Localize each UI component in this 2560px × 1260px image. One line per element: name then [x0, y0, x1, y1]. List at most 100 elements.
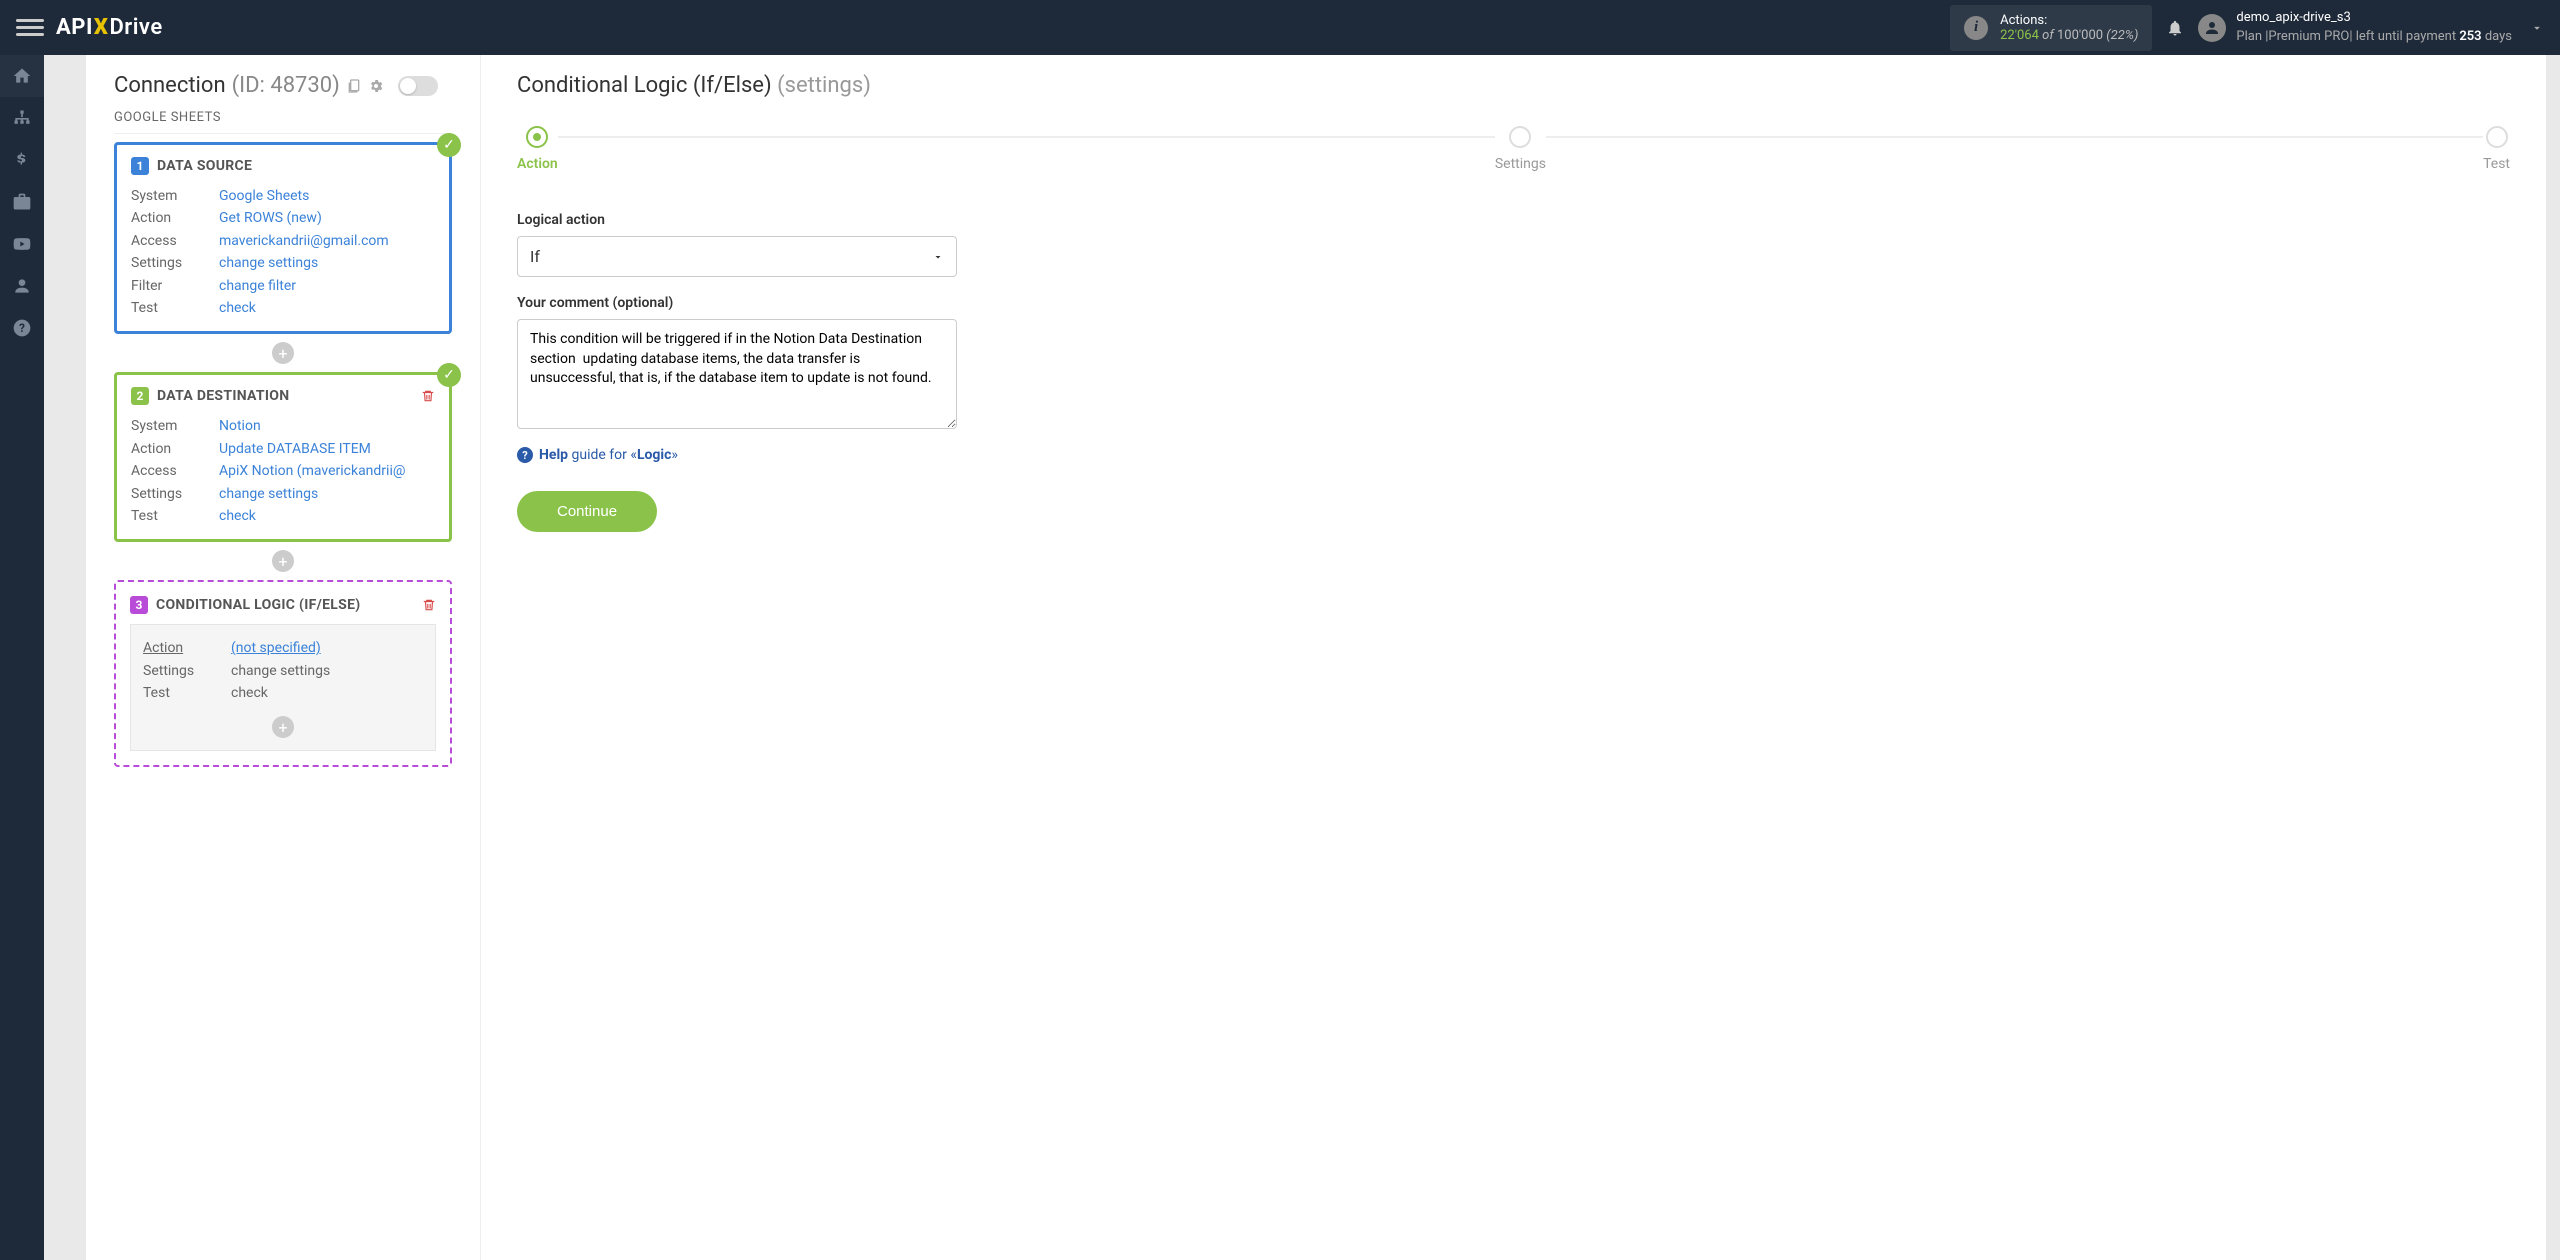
- connection-id: (ID: 48730): [232, 73, 340, 98]
- add-step-button-2[interactable]: +: [272, 550, 294, 572]
- card-row: Settingschange settings: [143, 660, 423, 682]
- row-label: Settings: [131, 252, 219, 274]
- card-row: SystemNotion: [131, 415, 435, 437]
- row-label: Action: [131, 438, 219, 460]
- sidebar-briefcase[interactable]: [0, 181, 44, 223]
- chevron-down-icon[interactable]: [2530, 21, 2544, 35]
- step-test[interactable]: Test: [2483, 126, 2510, 172]
- sidebar: ?: [0, 55, 44, 1260]
- actions-used: 22'064: [2000, 28, 2039, 43]
- bell-icon[interactable]: [2166, 19, 2184, 37]
- logo-x: X: [94, 15, 109, 40]
- sidebar-youtube[interactable]: [0, 223, 44, 265]
- logo-api: API: [56, 15, 93, 40]
- card-title: CONDITIONAL LOGIC (IF/ELSE): [156, 597, 360, 613]
- card-row: Settingschange settings: [131, 252, 435, 274]
- row-value[interactable]: check: [231, 682, 268, 704]
- card-row: Testcheck: [131, 505, 435, 527]
- card-data-source[interactable]: ✓ 1 DATA SOURCE SystemGoogle SheetsActio…: [114, 142, 452, 334]
- actions-of: of: [2042, 28, 2054, 43]
- card-num: 2: [131, 387, 149, 405]
- row-label: Filter: [131, 275, 219, 297]
- trash-icon[interactable]: [421, 389, 435, 403]
- row-value[interactable]: check: [219, 297, 256, 319]
- row-value[interactable]: maverickandrii@gmail.com: [219, 230, 389, 252]
- plan-days: 253: [2459, 29, 2481, 44]
- trash-icon[interactable]: [422, 598, 436, 612]
- sidebar-home[interactable]: [0, 55, 44, 97]
- card-row: AccessApiX Notion (maverickandrii@: [131, 460, 435, 482]
- gutter: [44, 55, 86, 1260]
- card-row: Action(not specified): [143, 637, 423, 659]
- sidebar-user[interactable]: [0, 265, 44, 307]
- row-value[interactable]: Google Sheets: [219, 185, 309, 207]
- plan-prefix: Plan |Premium PRO| left until payment: [2236, 29, 2456, 44]
- card-conditional-logic[interactable]: 3 CONDITIONAL LOGIC (IF/ELSE) Action(not…: [114, 580, 452, 767]
- settings-panel: Conditional Logic (If/Else) (settings) A…: [481, 55, 2560, 1260]
- help-link[interactable]: ? Help guide for «Logic»: [517, 447, 957, 463]
- card-row: Accessmaverickandrii@gmail.com: [131, 230, 435, 252]
- row-label: System: [131, 185, 219, 207]
- row-label: Access: [131, 230, 219, 252]
- row-label: Settings: [143, 660, 231, 682]
- connection-panel: Connection (ID: 48730) GOOGLE SHEETS ✓ 1…: [86, 55, 481, 1260]
- row-value[interactable]: (not specified): [231, 637, 321, 659]
- row-value[interactable]: check: [219, 505, 256, 527]
- actions-pct: (22%): [2106, 28, 2138, 43]
- row-label: Action: [143, 637, 231, 659]
- info-icon: i: [1964, 16, 1988, 40]
- card-row: SystemGoogle Sheets: [131, 185, 435, 207]
- card-title: DATA DESTINATION: [157, 388, 289, 404]
- row-value[interactable]: change filter: [219, 275, 296, 297]
- row-label: Settings: [131, 483, 219, 505]
- add-inner-button[interactable]: +: [272, 716, 294, 738]
- sidebar-help[interactable]: ?: [0, 307, 44, 349]
- card-row: Settingschange settings: [131, 483, 435, 505]
- logical-action-select[interactable]: If: [517, 236, 957, 277]
- chevron-down-icon: [932, 251, 944, 263]
- comment-textarea[interactable]: [517, 319, 957, 429]
- page-subtitle: (settings): [777, 73, 871, 98]
- select-value: If: [530, 247, 540, 266]
- actions-total: 100'000: [2057, 28, 2103, 43]
- row-value[interactable]: Notion: [219, 415, 261, 437]
- card-data-destination[interactable]: ✓ 2 DATA DESTINATION SystemNotionActionU…: [114, 372, 452, 542]
- actions-counter[interactable]: i Actions: 22'064 of 100'000 (22%): [1950, 5, 2152, 51]
- check-icon: ✓: [437, 133, 461, 157]
- continue-button[interactable]: Continue: [517, 491, 657, 532]
- connection-subheader: GOOGLE SHEETS: [114, 110, 452, 134]
- step-settings[interactable]: Settings: [1495, 126, 1546, 172]
- connection-toggle[interactable]: [398, 76, 438, 96]
- row-value[interactable]: Get ROWS (new): [219, 207, 322, 229]
- row-label: Test: [143, 682, 231, 704]
- page-title: Conditional Logic (If/Else): [517, 73, 772, 98]
- check-icon: ✓: [437, 363, 461, 387]
- row-label: Test: [131, 505, 219, 527]
- sidebar-connections[interactable]: [0, 97, 44, 139]
- gear-icon[interactable]: [368, 78, 384, 94]
- row-value[interactable]: ApiX Notion (maverickandrii@: [219, 460, 405, 482]
- row-label: Test: [131, 297, 219, 319]
- logo-drive: Drive: [109, 15, 162, 40]
- logical-action-label: Logical action: [517, 212, 957, 228]
- username: demo_apix-drive_s3: [2236, 9, 2512, 27]
- step-action[interactable]: Action: [517, 126, 558, 172]
- card-row: Testcheck: [131, 297, 435, 319]
- row-label: Access: [131, 460, 219, 482]
- user-menu[interactable]: demo_apix-drive_s3 Plan |Premium PRO| le…: [2198, 9, 2512, 45]
- add-step-button-1[interactable]: +: [272, 342, 294, 364]
- svg-text:?: ?: [19, 321, 25, 335]
- actions-label: Actions:: [2000, 13, 2138, 28]
- row-value[interactable]: change settings: [231, 660, 330, 682]
- logo[interactable]: APIXDrive: [56, 15, 163, 40]
- plan-suffix: days: [2485, 29, 2512, 44]
- card-num: 1: [131, 157, 149, 175]
- card-title: DATA SOURCE: [157, 158, 252, 174]
- hamburger-menu[interactable]: [16, 15, 44, 40]
- row-value[interactable]: change settings: [219, 252, 318, 274]
- sidebar-billing[interactable]: [0, 139, 44, 181]
- row-value[interactable]: change settings: [219, 483, 318, 505]
- row-value[interactable]: Update DATABASE ITEM: [219, 438, 371, 460]
- copy-icon[interactable]: [346, 78, 362, 94]
- card-row: Filterchange filter: [131, 275, 435, 297]
